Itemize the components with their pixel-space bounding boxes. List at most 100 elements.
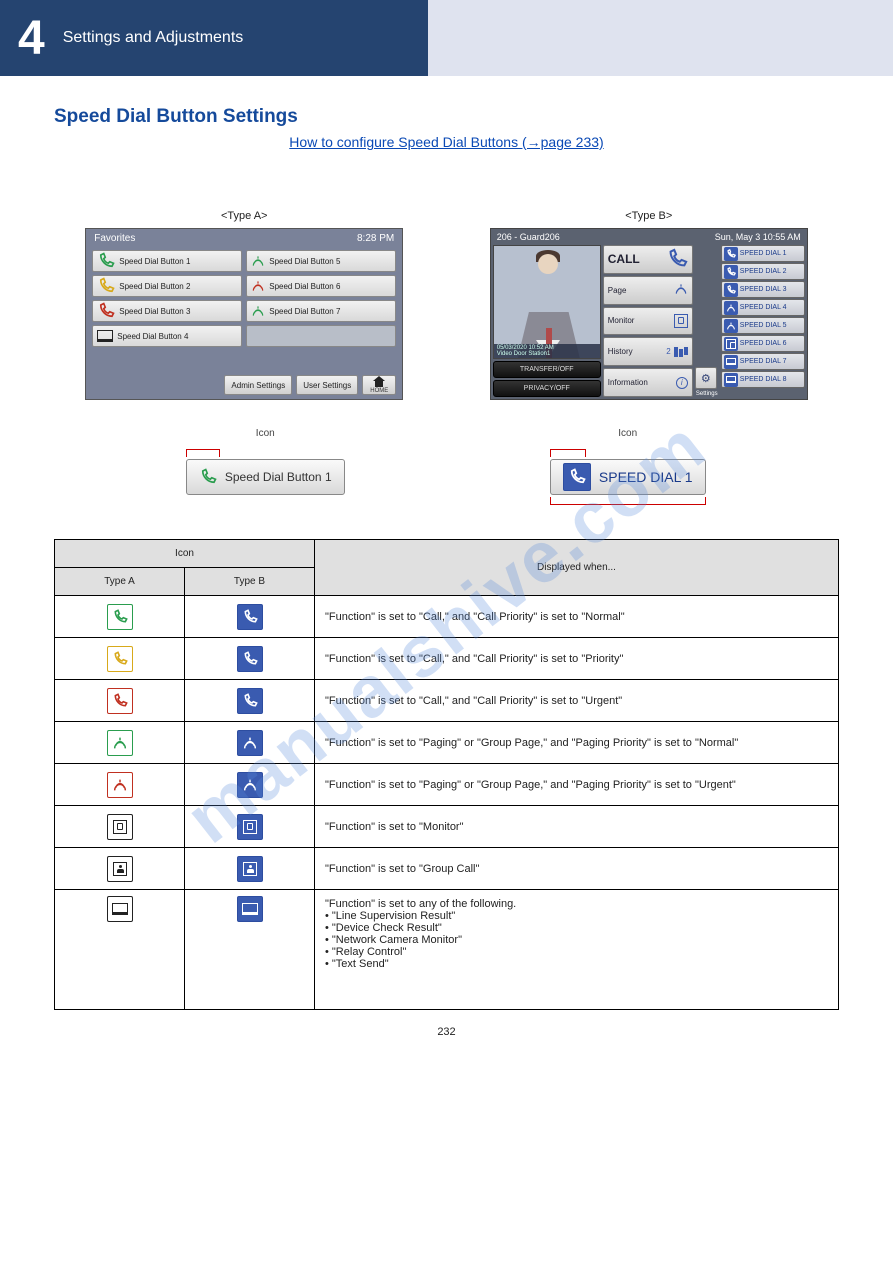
user-settings-button[interactable]: User Settings [296, 375, 358, 395]
page-button[interactable]: Page [603, 276, 693, 305]
monitor-icon [107, 814, 133, 840]
group-icon [107, 856, 133, 882]
enlarged-a: Speed Dial Button 1 [186, 459, 345, 495]
fig-b-label: <Type B> [625, 210, 672, 222]
sd-label: Speed Dial Button 6 [269, 282, 340, 291]
table-row: "Function" is set to "Call," and "Call P… [55, 680, 839, 722]
page-number: 232 [0, 1026, 893, 1038]
phone-icon [724, 283, 738, 297]
page-icon [724, 319, 738, 333]
sd-label: Speed Dial Button 5 [269, 257, 340, 266]
speed-dial-3[interactable]: Speed Dial Button 3 [92, 300, 242, 322]
phone-icon [724, 265, 738, 279]
speed-dial-7[interactable]: Speed Dial Button 7 [246, 300, 396, 322]
page-icon [674, 282, 688, 298]
sd-label: SPEED DIAL 4 [740, 304, 787, 311]
table-row: "Function" is set to "Monitor" [55, 806, 839, 848]
group-icon [237, 856, 263, 882]
monitor-button[interactable]: Monitor [603, 307, 693, 336]
sd-blue-5[interactable]: SPEED DIAL 5 [721, 317, 805, 334]
figures-row: <Type A> Favorites 8:28 PM Speed Dial Bu… [54, 210, 839, 400]
enlarged-buttons: Icon Speed Dial Button 1 Icon SPEED [54, 428, 839, 509]
laptop-icon [237, 896, 263, 922]
table-row: "Function" is set to "Group Call" [55, 848, 839, 890]
settings-button[interactable]: ⚙ [695, 367, 717, 389]
chapter-number: 4 [18, 11, 45, 66]
th-type-b: Type B [185, 568, 315, 596]
page-icon [107, 772, 133, 798]
sd-label: Speed Dial Button 2 [119, 282, 190, 291]
sd-blue-6[interactable]: SPEED DIAL 6 [721, 335, 805, 352]
speed-dial-empty [246, 325, 396, 347]
th-desc: Displayed when... [315, 540, 839, 596]
th-type-a: Type A [55, 568, 185, 596]
history-icon [674, 347, 688, 357]
home-icon [372, 376, 386, 387]
page-icon [251, 279, 265, 293]
phone-icon [107, 646, 133, 672]
info-icon: i [676, 377, 688, 389]
icon-table: Icon Displayed when... Type A Type B "Fu… [54, 539, 839, 1010]
row-desc: "Function" is set to "Monitor" [315, 806, 839, 848]
home-button[interactable]: HOME [362, 375, 396, 395]
sd-label: SPEED DIAL 1 [740, 250, 787, 257]
speed-dial-6[interactable]: Speed Dial Button 6 [246, 275, 396, 297]
screen-type-a: Favorites 8:28 PM Speed Dial Button 1 Sp… [85, 228, 403, 400]
transfer-button[interactable]: TRANSFER/OFF [493, 361, 601, 378]
sd-label: SPEED DIAL 2 [740, 268, 787, 275]
table-row: "Function" is set to "Paging" or "Group … [55, 722, 839, 764]
laptop-icon [724, 373, 738, 387]
phone-icon [724, 247, 738, 261]
header-chapter: 4 Settings and Adjustments [0, 0, 428, 76]
sd-blue-7[interactable]: SPEED DIAL 7 [721, 353, 805, 370]
page-label: Page [608, 286, 627, 295]
sd-blue-1[interactable]: SPEED DIAL 1 [721, 245, 805, 262]
phone-icon [107, 604, 133, 630]
phone-icon [97, 302, 115, 320]
phone-icon [97, 252, 115, 270]
sd-label: Speed Dial Button 4 [117, 332, 188, 341]
history-label: History [608, 347, 633, 356]
admin-settings-button[interactable]: Admin Settings [224, 375, 292, 395]
sd-blue-3[interactable]: SPEED DIAL 3 [721, 281, 805, 298]
monitor-icon [724, 337, 738, 351]
phone-icon [563, 463, 591, 491]
speed-dial-1[interactable]: Speed Dial Button 1 [92, 250, 242, 272]
sd-blue-2[interactable]: SPEED DIAL 2 [721, 263, 805, 280]
row-desc: "Function" is set to "Group Call" [315, 848, 839, 890]
table-row: "Function" is set to "Call," and "Call P… [55, 596, 839, 638]
call-label: CALL [608, 252, 640, 266]
sd-blue-8[interactable]: SPEED DIAL 8 [721, 371, 805, 388]
laptop-icon [107, 896, 133, 922]
guard-title: 206 - Guard206 [497, 232, 560, 242]
enlarged-b: SPEED DIAL 1 [550, 459, 706, 495]
section-title: Settings and Adjustments [63, 29, 244, 47]
fig-a-label: <Type A> [221, 210, 267, 222]
page-title: Speed Dial Button Settings [54, 106, 839, 128]
howto-link[interactable]: How to configure Speed Dial Buttons (→pa… [54, 134, 839, 150]
sd-label: SPEED DIAL 8 [740, 376, 787, 383]
screen-type-b: 206 - Guard206 Sun, May 3 10:55 AM 05/03… [490, 228, 808, 400]
table-row: "Function" is set to "Paging" or "Group … [55, 764, 839, 806]
page-icon [237, 772, 263, 798]
page-icon [724, 301, 738, 315]
monitor-icon [237, 814, 263, 840]
speed-dial-2[interactable]: Speed Dial Button 2 [92, 275, 242, 297]
phone-icon [237, 646, 263, 672]
row-desc: "Function" is set to "Call," and "Call P… [315, 596, 839, 638]
privacy-button[interactable]: PRIVACY/OFF [493, 380, 601, 397]
sd-label: SPEED DIAL 5 [740, 322, 787, 329]
phone-icon [97, 277, 115, 295]
sd-label: Speed Dial Button 7 [269, 307, 340, 316]
sd-blue-4[interactable]: SPEED DIAL 4 [721, 299, 805, 316]
info-label: Information [608, 378, 648, 387]
laptop-icon [97, 330, 113, 342]
speed-dial-4[interactable]: Speed Dial Button 4 [92, 325, 242, 347]
phone-icon [199, 468, 217, 486]
row-desc: "Function" is set to "Call," and "Call P… [315, 680, 839, 722]
table-row: "Function" is set to any of the followin… [55, 890, 839, 1010]
information-button[interactable]: Information i [603, 368, 693, 397]
speed-dial-5[interactable]: Speed Dial Button 5 [246, 250, 396, 272]
history-button[interactable]: History2 [603, 337, 693, 366]
call-button[interactable]: CALL [603, 245, 693, 274]
